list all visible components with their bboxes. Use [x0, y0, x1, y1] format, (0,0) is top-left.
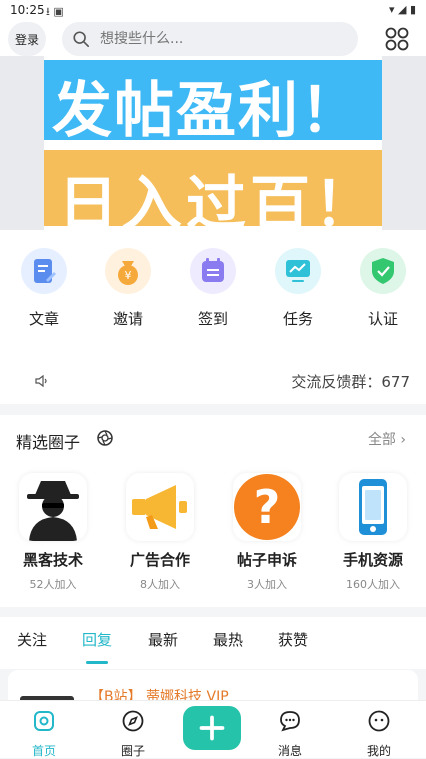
- banner-prev-slide: [0, 56, 44, 230]
- circle-member-count: 3人加入: [247, 578, 287, 591]
- svg-text:¥: ¥: [125, 269, 132, 282]
- circle-item[interactable]: 广告合作 8人加入: [112, 473, 208, 592]
- nav-label: 消息: [277, 744, 302, 758]
- circle-item[interactable]: ? 帖子申诉 3人加入: [219, 473, 315, 592]
- feature-task[interactable]: 任务: [263, 248, 333, 329]
- feature-label: 邀请: [112, 310, 143, 328]
- search-bar[interactable]: [62, 22, 358, 56]
- phone-icon: [359, 479, 387, 535]
- feedback-group-text[interactable]: 交流反馈群：677: [291, 371, 410, 392]
- feature-label: 认证: [367, 310, 398, 328]
- tab-hottest[interactable]: 最热: [213, 629, 243, 650]
- feature-label: 文章: [28, 310, 59, 328]
- wifi-battery-icon: ▾ ◢ ▮: [388, 3, 416, 16]
- nav-messages[interactable]: 消息: [260, 709, 320, 759]
- plus-icon: [199, 715, 225, 741]
- feature-verify[interactable]: 认证: [348, 248, 418, 329]
- aperture-icon: [97, 430, 113, 446]
- circle-name: 手机资源: [342, 551, 403, 569]
- download-icon: ⭳ ▣: [46, 5, 64, 18]
- status-bar: 10:25 ⭳ ▣ ▾ ◢ ▮: [0, 0, 426, 22]
- banner-line1: 发帖盈利！: [52, 76, 362, 146]
- view-all-label: 全部: [367, 432, 396, 448]
- nav-circles[interactable]: 圈子: [103, 709, 163, 759]
- feature-invite[interactable]: ¥ 邀请: [93, 248, 163, 329]
- circle-member-count: 52人加入: [29, 578, 77, 591]
- megaphone-icon: [132, 485, 187, 529]
- circle-name: 广告合作: [129, 551, 190, 569]
- chart-monitor-icon: [286, 260, 310, 282]
- svg-text:?: ?: [254, 480, 281, 534]
- view-all-link[interactable]: 全部 ›: [368, 429, 406, 449]
- tab-replies[interactable]: 回复: [82, 629, 112, 650]
- nav-label: 我的: [366, 744, 391, 758]
- shield-check-icon: [372, 258, 394, 284]
- nav-home[interactable]: 首页: [14, 709, 74, 759]
- tab-latest[interactable]: 最新: [148, 629, 178, 650]
- home-icon: [34, 711, 54, 731]
- article-icon: [34, 259, 56, 283]
- tab-liked[interactable]: 获赞: [278, 629, 308, 650]
- featured-circles-section: 精选圈子 全部 › 黑客技术 52人加入 广告合作 8人加入 ? 帖子申诉 3人…: [0, 415, 426, 607]
- compass-icon: [122, 710, 144, 732]
- circle-name: 黑客技术: [22, 551, 83, 569]
- nav-label: 首页: [31, 744, 56, 758]
- status-time: 10:25: [10, 3, 45, 17]
- feature-checkin[interactable]: 签到: [178, 248, 248, 329]
- circle-member-count: 160人加入: [346, 578, 400, 591]
- feed-tabs: 关注 回复 最新 最热 获赞: [0, 617, 426, 669]
- tab-follow[interactable]: 关注: [17, 629, 47, 650]
- banner-carousel[interactable]: 发帖盈利！ 日入过百！: [0, 56, 426, 230]
- search-icon: [73, 31, 90, 48]
- circle-item[interactable]: 黑客技术 52人加入: [5, 473, 101, 592]
- feature-grid: 文章 ¥ 邀请 签到 任务 认证 交流反馈群：677: [0, 230, 426, 404]
- profile-icon: [368, 710, 390, 732]
- search-input[interactable]: [98, 30, 342, 48]
- nav-profile[interactable]: 我的: [349, 709, 409, 759]
- feature-label: 任务: [282, 310, 313, 328]
- calendar-icon: [202, 258, 224, 282]
- message-icon: [280, 711, 300, 732]
- banner-line2: 日入过百！: [58, 170, 378, 226]
- feature-label: 签到: [197, 310, 228, 328]
- section-title: 精选圈子: [16, 433, 81, 452]
- circle-item[interactable]: 手机资源 160人加入: [325, 473, 421, 592]
- feature-article[interactable]: 文章: [9, 248, 79, 329]
- top-bar: 登录: [0, 22, 426, 56]
- create-post-button[interactable]: [183, 706, 241, 750]
- nav-label: 圈子: [120, 744, 145, 758]
- chevron-right-icon: ›: [400, 432, 406, 448]
- circle-member-count: 8人加入: [140, 578, 180, 591]
- active-tab-indicator: [86, 661, 108, 664]
- circle-name: 帖子申诉: [236, 551, 297, 569]
- login-button[interactable]: 登录: [8, 22, 46, 56]
- grid-menu-icon[interactable]: [384, 26, 410, 52]
- speaker-icon: [35, 374, 47, 388]
- money-bag-icon: ¥: [118, 261, 138, 285]
- question-icon: ?: [234, 474, 300, 540]
- hacker-icon: [27, 481, 79, 541]
- banner-next-slide: [382, 56, 426, 230]
- bottom-navigation: 首页 圈子 消息 我的: [0, 700, 426, 758]
- banner-image[interactable]: 发帖盈利！ 日入过百！: [44, 60, 382, 226]
